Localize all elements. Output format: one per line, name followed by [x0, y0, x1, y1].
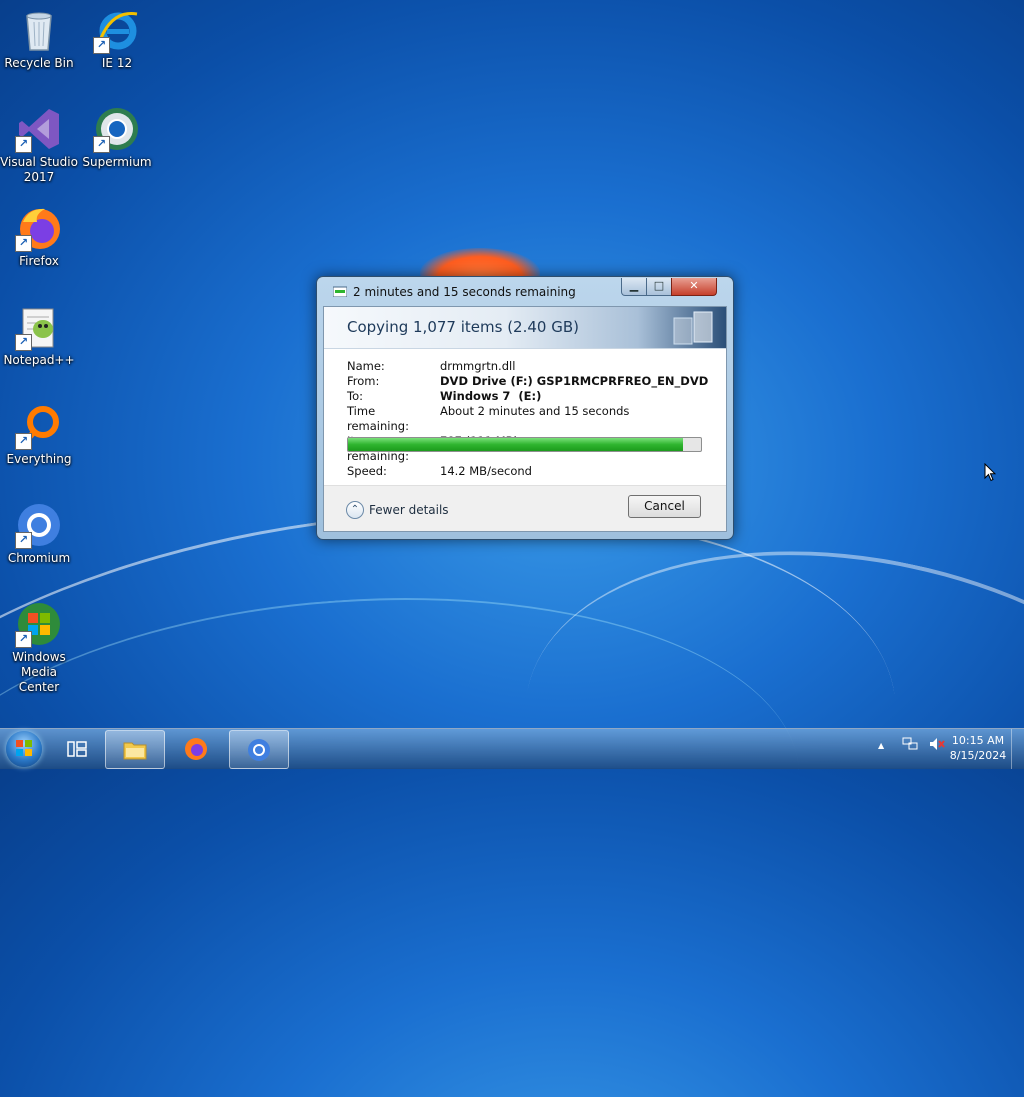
desktop-icon-firefox[interactable]: ↗ Firefox: [0, 204, 78, 269]
task-view-button[interactable]: [48, 730, 106, 767]
detail-row-time: Time remaining: About 2 minutes and 15 s…: [347, 404, 708, 434]
taskbar: ▲ 10:15 AM 8/15/2024: [0, 728, 1024, 769]
tray-chevron-icon[interactable]: ▲: [878, 741, 884, 750]
copy-heading: Copying 1,077 items (2.40 GB): [347, 318, 579, 336]
desktop-icon-label: IE 12: [101, 56, 133, 70]
desktop-icon-label: Supermium: [82, 155, 152, 169]
detail-label: To:: [347, 389, 363, 403]
detail-value-speed: 14.2 MB/second: [440, 464, 532, 478]
desktop-icon-label: Chromium: [7, 551, 71, 565]
folder-icon: [123, 738, 147, 762]
network-icon[interactable]: [902, 737, 918, 754]
desktop-icon-label: Everything: [6, 452, 72, 466]
task-view-icon: [65, 737, 89, 761]
shortcut-arrow-icon: ↗: [15, 334, 32, 351]
copy-progress-dialog[interactable]: 2 minutes and 15 seconds remaining ▁ □ ✕…: [316, 276, 734, 540]
shortcut-arrow-icon: ↗: [15, 136, 32, 153]
progress-fill: [348, 438, 684, 451]
shortcut-arrow-icon: ↗: [15, 235, 32, 252]
desktop-icon-recycle-bin[interactable]: Recycle Bin: [0, 6, 78, 71]
desktop-icon-supermium[interactable]: ↗ Supermium: [78, 105, 156, 170]
windows-media-center-icon: ↗: [15, 600, 63, 648]
desktop-icon-label: Firefox: [19, 254, 59, 268]
shortcut-arrow-icon: ↗: [15, 631, 32, 648]
detail-row-name: Name: drmmgrtn.dll: [347, 359, 708, 374]
taskbar-file-explorer[interactable]: [105, 730, 165, 769]
detail-label: Name:: [347, 359, 385, 373]
detail-value-source-link[interactable]: DVD Drive (F:) GSP1RMCPRFREO_EN_DVD: [440, 374, 708, 389]
firefox-icon: ↗: [15, 204, 63, 252]
maximize-button[interactable]: □: [646, 278, 672, 296]
chromium-icon: ↗: [15, 501, 63, 549]
copy-folder-icon: [332, 286, 348, 298]
copy-pages-icon: [668, 310, 716, 346]
shortcut-arrow-icon: ↗: [93, 136, 110, 153]
chevron-up-icon: ⌃: [346, 501, 364, 519]
detail-label: Speed:: [347, 464, 387, 478]
wallpaper-swirl: [0, 569, 813, 1033]
detail-label: Time remaining:: [347, 404, 409, 433]
clock-time: 10:15 AM: [951, 734, 1005, 747]
shortcut-arrow-icon: ↗: [15, 532, 32, 549]
visual-studio-icon: ↗: [15, 105, 63, 153]
detail-value-time-remaining: About 2 minutes and 15 seconds: [440, 404, 630, 418]
notepadpp-icon: ↗: [15, 303, 63, 351]
desktop-icon-windows-media-center[interactable]: ↗ Windows Media Center: [0, 600, 78, 695]
fewer-details-label: Fewer details: [369, 503, 449, 517]
desktop-icon-ie[interactable]: ↗ IE 12: [78, 6, 156, 71]
internet-explorer-icon: ↗: [93, 6, 141, 54]
close-button[interactable]: ✕: [671, 278, 717, 296]
mouse-cursor-icon: [984, 462, 997, 482]
desktop-icon-visual-studio[interactable]: ↗ Visual Studio 2017: [0, 105, 78, 185]
everything-icon: ↗: [15, 402, 63, 450]
minimize-button[interactable]: ▁: [621, 278, 647, 296]
recycle-bin-icon: [15, 6, 63, 54]
shortcut-arrow-icon: ↗: [93, 37, 110, 54]
windows-logo-icon: [16, 740, 32, 756]
taskbar-chromium[interactable]: [229, 730, 289, 769]
desktop-icon-label: Recycle Bin: [4, 56, 74, 70]
desktop-icon-notepadpp[interactable]: ↗ Notepad++: [0, 303, 78, 368]
shortcut-arrow-icon: ↗: [15, 433, 32, 450]
dialog-titlebar[interactable]: 2 minutes and 15 seconds remaining ▁ □ ✕: [317, 277, 733, 307]
chromium-icon: [247, 738, 271, 762]
detail-row-speed: Speed: 14.2 MB/second: [347, 464, 708, 479]
desktop-icon-chromium[interactable]: ↗ Chromium: [0, 501, 78, 566]
show-desktop-button[interactable]: [1011, 729, 1024, 769]
dialog-title: 2 minutes and 15 seconds remaining: [353, 285, 576, 299]
copy-details: Name: drmmgrtn.dll From: DVD Drive (F:) …: [347, 359, 708, 479]
system-tray: ▲: [878, 737, 945, 754]
desktop-icon-everything[interactable]: ↗ Everything: [0, 402, 78, 467]
start-button[interactable]: [6, 731, 42, 767]
cancel-button[interactable]: Cancel: [628, 495, 701, 518]
dialog-footer: ⌃ Fewer details Cancel: [324, 485, 726, 531]
clock-date: 8/15/2024: [949, 749, 1007, 762]
detail-row-to: To: Windows 7 (E:): [347, 389, 708, 404]
dialog-content: Copying 1,077 items (2.40 GB) Name: drmm…: [323, 306, 727, 532]
dialog-header: Copying 1,077 items (2.40 GB): [324, 307, 726, 349]
wallpaper-swirl: [0, 445, 930, 1097]
detail-label: From:: [347, 374, 380, 388]
desktop-icon-label: Notepad++: [3, 353, 75, 367]
supermium-icon: ↗: [93, 105, 141, 153]
desktop-icon-label: Windows Media Center: [12, 650, 66, 694]
fewer-details-toggle[interactable]: ⌃ Fewer details: [346, 501, 449, 519]
copy-progress-bar: [347, 437, 702, 452]
detail-value-filename: drmmgrtn.dll: [440, 359, 516, 373]
system-clock[interactable]: 10:15 AM 8/15/2024: [942, 733, 1014, 763]
detail-value-destination-link[interactable]: Windows 7 (E:): [440, 389, 541, 404]
desktop-icon-label: Visual Studio 2017: [0, 155, 78, 184]
taskbar-firefox[interactable]: [167, 730, 225, 767]
detail-row-from: From: DVD Drive (F:) GSP1RMCPRFREO_EN_DV…: [347, 374, 708, 389]
firefox-icon: [184, 737, 208, 761]
